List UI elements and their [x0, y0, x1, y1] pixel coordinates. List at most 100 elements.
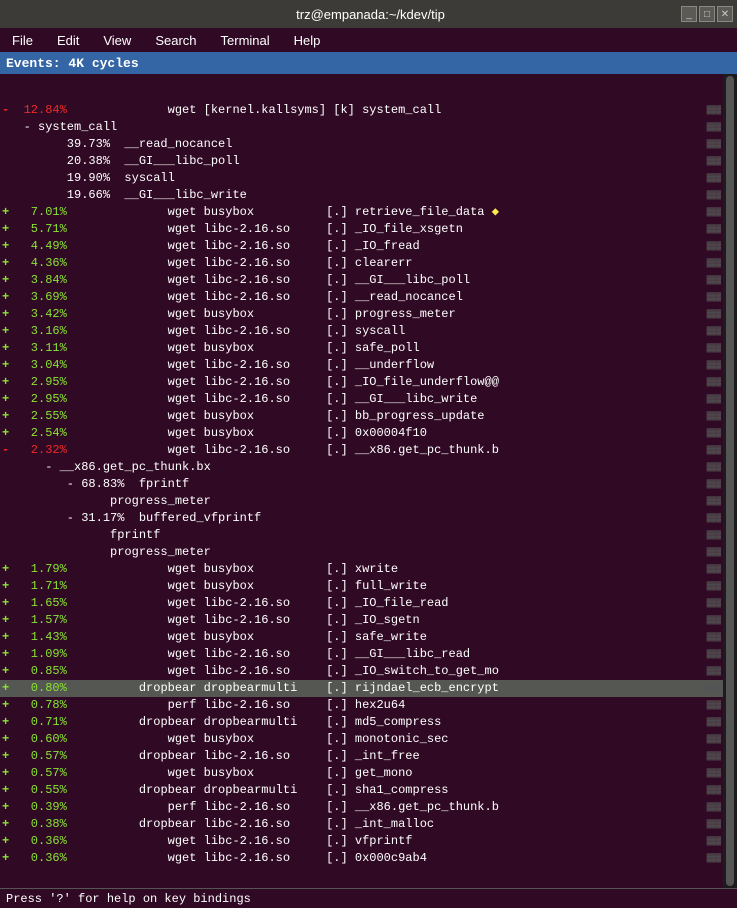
table-row[interactable]: + 2.95% wget libc-2.16.so [.] __GI___lib… [0, 391, 723, 408]
table-row[interactable]: + 1.09% wget libc-2.16.so [.] __GI___lib… [0, 646, 723, 663]
table-row[interactable]: + 3.69% wget libc-2.16.so [.] __read_noc… [0, 289, 723, 306]
side-indicator: ▓▓▓ [707, 697, 721, 714]
table-row[interactable]: + 4.36% wget libc-2.16.so [.] clearerr▓▓… [0, 255, 723, 272]
table-row[interactable]: + 0.36% wget libc-2.16.so [.] vfprintf▓▓… [0, 833, 723, 850]
table-row[interactable]: - 2.32% wget libc-2.16.so [.] __x86.get_… [0, 442, 723, 459]
shared-object: libc-2.16.so [196, 851, 318, 865]
percent: 3.69% [16, 290, 66, 304]
table-row[interactable]: + 0.57% wget busybox [.] get_mono▓▓▓ [0, 765, 723, 782]
close-button[interactable]: ✕ [717, 6, 733, 22]
table-row[interactable]: + 1.43% wget busybox [.] safe_write▓▓▓ [0, 629, 723, 646]
data-line: + 1.57% wget libc-2.16.so [.] _IO_sgetn [2, 612, 707, 629]
command: dropbear [67, 681, 197, 695]
shared-object: busybox [196, 766, 318, 780]
table-row[interactable]: progress_meter▓▓▓ [0, 493, 723, 510]
table-row[interactable]: 19.90% syscall▓▓▓ [0, 170, 723, 187]
table-row[interactable]: + 3.84% wget libc-2.16.so [.] __GI___lib… [0, 272, 723, 289]
symbol: [.] sha1_compress [319, 783, 449, 797]
table-row[interactable]: + 3.04% wget libc-2.16.so [.] __underflo… [0, 357, 723, 374]
prefix: + [2, 613, 16, 627]
table-row[interactable]: fprintf▓▓▓ [0, 527, 723, 544]
table-row[interactable]: - __x86.get_pc_thunk.bx▓▓▓ [0, 459, 723, 476]
table-row[interactable]: + 1.71% wget busybox [.] full_write▓▓▓ [0, 578, 723, 595]
side-indicator: ▓▓▓ [707, 595, 721, 612]
table-row[interactable]: + 3.16% wget libc-2.16.so [.] syscall▓▓▓ [0, 323, 723, 340]
data-line: + 3.11% wget busybox [.] safe_poll [2, 340, 707, 357]
symbol: [k] system_call [326, 103, 441, 117]
table-row[interactable]: + 0.71% dropbear dropbearmulti [.] md5_c… [0, 714, 723, 731]
menu-item-search[interactable]: Search [151, 32, 200, 49]
percent: 1.79% [16, 562, 66, 576]
line-text: - 68.83% fprintf [2, 476, 707, 493]
prefix: + [2, 426, 16, 440]
table-row[interactable]: + 1.65% wget libc-2.16.so [.] _IO_file_r… [0, 595, 723, 612]
data-line: + 4.36% wget libc-2.16.so [.] clearerr [2, 255, 707, 272]
line-text: fprintf [2, 527, 707, 544]
table-row[interactable]: + 3.42% wget busybox [.] progress_meter▓… [0, 306, 723, 323]
prefix: + [2, 358, 16, 372]
data-line: + 5.71% wget libc-2.16.so [.] _IO_file_x… [2, 221, 707, 238]
table-row[interactable]: + 4.49% wget libc-2.16.so [.] _IO_fread▓… [0, 238, 723, 255]
symbol: [.] 0x00004f10 [319, 426, 427, 440]
table-row[interactable]: + 5.71% wget libc-2.16.so [.] _IO_file_x… [0, 221, 723, 238]
table-row[interactable]: - 12.84% wget [kernel.kallsyms] [k] syst… [0, 102, 723, 119]
diamond-icon: ◆ [485, 205, 499, 219]
command: wget [67, 579, 197, 593]
table-row[interactable]: + 2.55% wget busybox [.] bb_progress_upd… [0, 408, 723, 425]
menu-item-view[interactable]: View [99, 32, 135, 49]
menu-item-file[interactable]: File [8, 32, 37, 49]
table-row[interactable]: 19.66% __GI___libc_write▓▓▓ [0, 187, 723, 204]
symbol: [.] _IO_file_underflow@@ [319, 375, 499, 389]
menu-item-terminal[interactable]: Terminal [217, 32, 274, 49]
symbol: [.] hex2u64 [319, 698, 405, 712]
table-row[interactable]: + 0.38% dropbear libc-2.16.so [.] _int_m… [0, 816, 723, 833]
command: wget [67, 630, 197, 644]
table-row[interactable]: + 0.78% perf libc-2.16.so [.] hex2u64▓▓▓ [0, 697, 723, 714]
shared-object: libc-2.16.so [196, 596, 318, 610]
table-row[interactable]: + 0.60% wget busybox [.] monotonic_sec▓▓… [0, 731, 723, 748]
shared-object: busybox [196, 205, 318, 219]
table-row[interactable]: progress_meter▓▓▓ [0, 544, 723, 561]
symbol: [.] progress_meter [319, 307, 456, 321]
side-indicator: ▓▓▓ [707, 391, 721, 408]
window-controls[interactable]: _ □ ✕ [681, 6, 737, 22]
table-row[interactable]: - system_call▓▓▓ [0, 119, 723, 136]
main-content: - 12.84% wget [kernel.kallsyms] [k] syst… [0, 74, 723, 888]
scrollbar[interactable] [723, 74, 737, 888]
table-row[interactable]: + 0.80% dropbear dropbearmulti [.] rijnd… [0, 680, 723, 697]
percent: 1.09% [16, 647, 66, 661]
percent: 0.57% [16, 749, 66, 763]
table-row[interactable]: 39.73% __read_nocancel▓▓▓ [0, 136, 723, 153]
table-row[interactable]: + 2.95% wget libc-2.16.so [.] _IO_file_u… [0, 374, 723, 391]
table-row[interactable]: + 0.85% wget libc-2.16.so [.] _IO_switch… [0, 663, 723, 680]
table-row[interactable]: - 68.83% fprintf▓▓▓ [0, 476, 723, 493]
command: wget [67, 443, 197, 457]
table-row[interactable]: + 3.11% wget busybox [.] safe_poll▓▓▓ [0, 340, 723, 357]
table-row[interactable]: - 31.17% buffered_vfprintf▓▓▓ [0, 510, 723, 527]
percent: 0.57% [16, 766, 66, 780]
command: wget [67, 222, 197, 236]
maximize-button[interactable]: □ [699, 6, 715, 22]
table-row[interactable]: + 1.57% wget libc-2.16.so [.] _IO_sgetn▓… [0, 612, 723, 629]
table-row[interactable]: + 0.39% perf libc-2.16.so [.] __x86.get_… [0, 799, 723, 816]
data-line: + 2.55% wget busybox [.] bb_progress_upd… [2, 408, 707, 425]
shared-object: libc-2.16.so [196, 817, 318, 831]
table-row[interactable]: + 0.55% dropbear dropbearmulti [.] sha1_… [0, 782, 723, 799]
minimize-button[interactable]: _ [681, 6, 697, 22]
data-line: + 1.65% wget libc-2.16.so [.] _IO_file_r… [2, 595, 707, 612]
prefix: + [2, 392, 16, 406]
table-row[interactable]: + 2.54% wget busybox [.] 0x00004f10▓▓▓ [0, 425, 723, 442]
table-row[interactable]: 20.38% __GI___libc_poll▓▓▓ [0, 153, 723, 170]
symbol: [.] _IO_file_read [319, 596, 449, 610]
percent: 2.95% [16, 375, 66, 389]
menu-item-edit[interactable]: Edit [53, 32, 83, 49]
table-row[interactable]: + 0.36% wget libc-2.16.so [.] 0x000c9ab4… [0, 850, 723, 867]
table-row[interactable]: + 7.01% wget busybox [.] retrieve_file_d… [0, 204, 723, 221]
table-row[interactable]: + 1.79% wget busybox [.] xwrite▓▓▓ [0, 561, 723, 578]
prefix: + [2, 647, 16, 661]
scrollbar-track[interactable] [726, 76, 734, 886]
table-row[interactable]: + 0.57% dropbear libc-2.16.so [.] _int_f… [0, 748, 723, 765]
data-line: + 3.16% wget libc-2.16.so [.] syscall [2, 323, 707, 340]
shared-object: busybox [196, 341, 318, 355]
menu-item-help[interactable]: Help [290, 32, 325, 49]
